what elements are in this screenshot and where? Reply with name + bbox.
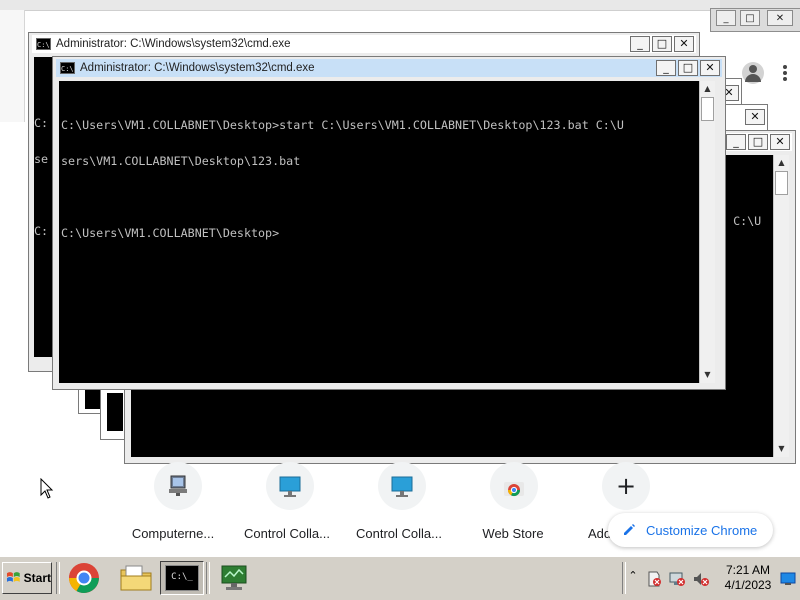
windows-logo-icon xyxy=(6,572,20,582)
cmd-window-front-titlebar[interactable]: C:\ Administrator: C:\Windows\system32\c… xyxy=(56,59,722,77)
taskbar-chrome[interactable] xyxy=(62,561,106,595)
computer-network-icon xyxy=(169,475,187,496)
tray-separator xyxy=(622,562,626,594)
profile-head-shape xyxy=(749,65,757,73)
minimize-button[interactable]: _ xyxy=(726,134,746,150)
shortcut-label[interactable]: Control Colla... xyxy=(344,526,454,541)
shortcut-computernetwork[interactable] xyxy=(154,462,202,510)
show-desktop-icon[interactable] xyxy=(780,571,796,587)
chrome-menu-icon[interactable] xyxy=(783,65,787,69)
chrome-minimize-button[interactable]: _ xyxy=(716,10,736,26)
cmd-window-front[interactable]: C:\ Administrator: C:\Windows\system32\c… xyxy=(52,56,726,390)
folder-icon xyxy=(120,565,152,591)
cmd-taskbar-icon: C:\_ xyxy=(165,565,199,591)
network-monitor-icon xyxy=(221,565,247,590)
chrome-topmost-frame xyxy=(720,0,800,8)
chrome-icon xyxy=(69,563,99,593)
cmd-window-right-scrollbar[interactable]: ▲ ▼ xyxy=(773,155,789,457)
start-button[interactable]: Start xyxy=(2,562,52,594)
scroll-thumb[interactable] xyxy=(775,171,788,195)
chrome-menu-icon-dot xyxy=(783,71,787,75)
shortcut-control-collabnet-2[interactable] xyxy=(378,462,426,510)
shortcut-label[interactable]: Computerne... xyxy=(118,526,228,541)
minimize-button[interactable]: _ xyxy=(630,36,650,52)
taskbar-separator xyxy=(206,562,210,594)
chrome-close-button[interactable]: ✕ xyxy=(767,10,793,26)
tray-expand-icon[interactable]: ⌃ xyxy=(628,569,638,585)
close-button[interactable]: ✕ xyxy=(745,109,765,125)
monitor-icon xyxy=(391,476,413,497)
console-fragment: C: xyxy=(34,116,49,130)
cmd-app-icon: C:\ xyxy=(36,38,51,50)
customize-chrome-label: Customize Chrome xyxy=(646,522,758,538)
maximize-button[interactable]: □ xyxy=(652,36,672,52)
plus-icon: + xyxy=(615,472,637,500)
console-line: C:\Users\VM1.COLLABNET\Desktop> xyxy=(61,226,280,240)
cmd-window-back-console[interactable]: C: se C: xyxy=(34,57,54,357)
close-button[interactable]: ✕ xyxy=(674,36,694,52)
scroll-down-arrow-icon[interactable]: ▼ xyxy=(700,367,715,383)
maximize-button[interactable]: □ xyxy=(748,134,768,150)
chrome-window-top-edge xyxy=(0,0,800,11)
cmd-window-front-title: Administrator: C:\Windows\system32\cmd.e… xyxy=(80,62,315,74)
console-line: sers\VM1.COLLABNET\Desktop\123.bat xyxy=(61,154,301,168)
console-line: C:\Users\VM1.COLLABNET\Desktop>start C:\… xyxy=(61,118,624,132)
cmd-window-front-console[interactable]: C:\Users\VM1.COLLABNET\Desktop>start C:\… xyxy=(59,81,699,383)
minimize-button[interactable]: _ xyxy=(656,60,676,76)
monitor-icon xyxy=(279,476,301,497)
mouse-cursor-icon xyxy=(40,478,54,499)
taskbar-separator xyxy=(56,562,60,594)
cmd-window-middle-2-console xyxy=(107,393,123,431)
shortcut-label[interactable]: Control Colla... xyxy=(232,526,342,541)
clock-date: 4/1/2023 xyxy=(724,578,772,592)
add-shortcut-button[interactable]: + xyxy=(602,462,650,510)
pencil-icon xyxy=(624,524,635,535)
chrome-window-left-edge xyxy=(0,10,25,122)
shortcut-label[interactable]: Web Store xyxy=(458,526,568,541)
scroll-up-arrow-icon[interactable]: ▲ xyxy=(700,81,715,97)
close-button[interactable]: ✕ xyxy=(700,60,720,76)
network-status-icon[interactable] xyxy=(668,570,686,588)
clock-time: 7:21 AM xyxy=(725,563,771,577)
cmd-window-front-scrollbar[interactable]: ▲ ▼ xyxy=(699,81,715,383)
chrome-maximize-button[interactable]: □ xyxy=(740,10,760,26)
volume-muted-icon[interactable] xyxy=(692,570,710,588)
scroll-up-arrow-icon[interactable]: ▲ xyxy=(774,155,789,171)
cmd-app-icon: C:\ xyxy=(60,62,75,74)
shortcut-control-collabnet-1[interactable] xyxy=(266,462,314,510)
action-center-icon[interactable] xyxy=(645,570,663,588)
scroll-down-arrow-icon[interactable]: ▼ xyxy=(774,441,789,457)
cmd-window-back-title: Administrator: C:\Windows\system32\cmd.e… xyxy=(56,38,291,50)
close-button[interactable]: ✕ xyxy=(770,134,790,150)
console-fragment: C: xyxy=(34,224,49,238)
chrome-menu-icon-dot xyxy=(783,77,787,81)
console-fragment: se xyxy=(34,152,49,166)
taskbar-network-app[interactable] xyxy=(212,561,256,595)
start-label: Start xyxy=(23,571,51,585)
cmd-window-back-titlebar[interactable]: C:\ Administrator: C:\Windows\system32\c… xyxy=(32,35,696,53)
customize-chrome-button[interactable]: Customize Chrome xyxy=(608,513,773,547)
maximize-button[interactable]: □ xyxy=(678,60,698,76)
chrome-webstore-icon xyxy=(504,482,524,497)
taskbar-file-explorer[interactable] xyxy=(114,561,158,595)
system-clock[interactable]: 7:21 AM 4/1/2023 xyxy=(718,563,778,593)
scroll-thumb[interactable] xyxy=(701,97,714,121)
shortcut-web-store[interactable] xyxy=(490,462,538,510)
taskbar-cmd[interactable]: C:\_ xyxy=(160,561,204,595)
